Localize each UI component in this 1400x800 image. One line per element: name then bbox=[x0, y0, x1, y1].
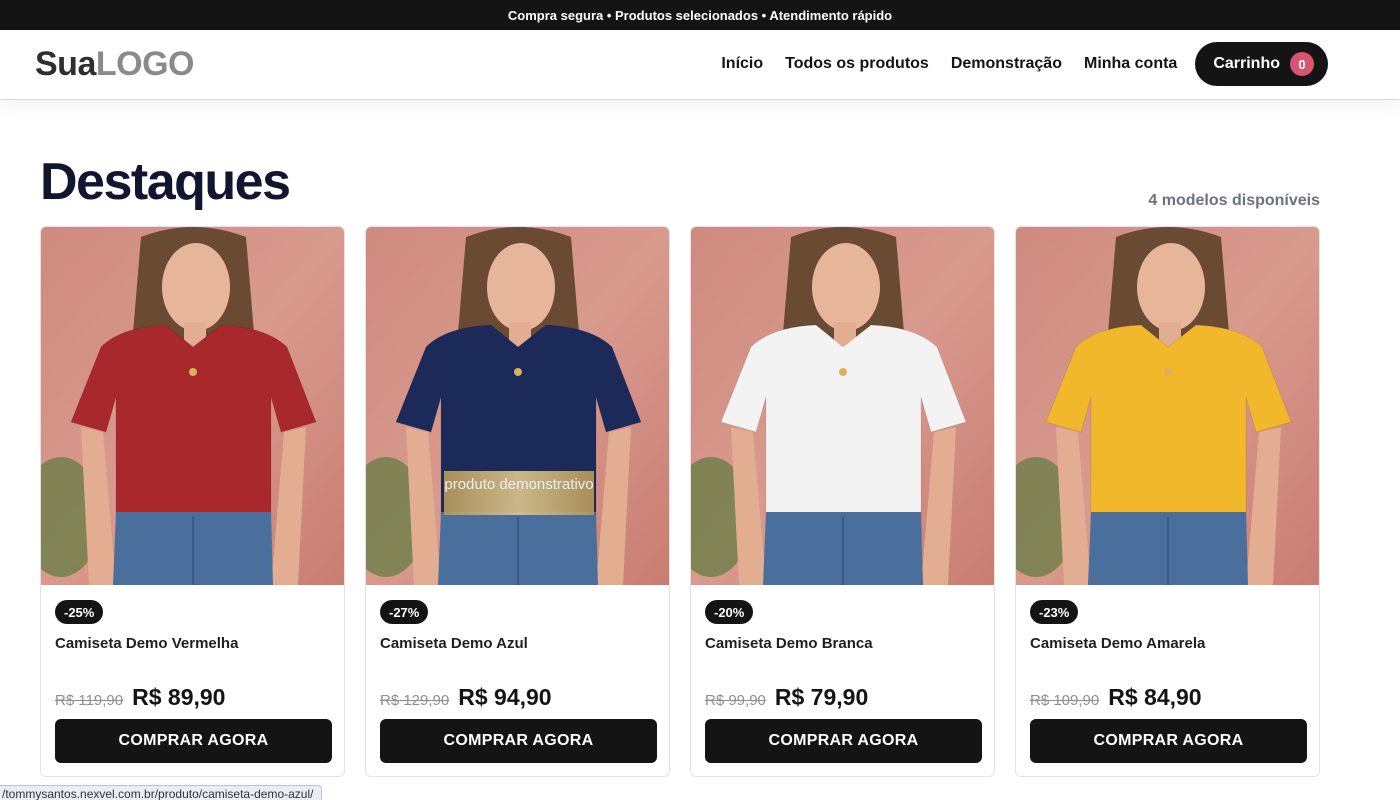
price-row: R$ 119,90 R$ 89,90 bbox=[55, 684, 225, 711]
announcement-bar: Compra segura • Produtos selecionados • … bbox=[0, 0, 1400, 30]
product-grid: -25% Camiseta Demo Vermelha R$ 119,90 R$… bbox=[40, 226, 1340, 777]
nav-link-demonstracao[interactable]: Demonstração bbox=[951, 55, 1062, 73]
nav-link-todos-produtos[interactable]: Todos os produtos bbox=[785, 55, 929, 73]
logo-part-2: LOGO bbox=[95, 45, 195, 83]
old-price: R$ 109,90 bbox=[1030, 692, 1100, 709]
site-logo[interactable]: SuaLOGO bbox=[35, 44, 194, 84]
product-card[interactable]: -20% Camiseta Demo Branca R$ 99,90 R$ 79… bbox=[690, 226, 995, 777]
product-photo[interactable] bbox=[41, 227, 344, 585]
announcement-text: Compra segura • Produtos selecionados • … bbox=[507, 7, 893, 23]
site-header: SuaLOGO Início Todos os produtos Demonst… bbox=[0, 30, 1400, 100]
buy-now-button[interactable]: COMPRAR AGORA bbox=[1030, 719, 1307, 763]
discount-badge: -27% bbox=[380, 600, 429, 624]
current-price: R$ 89,90 bbox=[132, 684, 226, 710]
product-card[interactable]: -25% Camiseta Demo Vermelha R$ 119,90 R$… bbox=[40, 226, 345, 777]
product-name[interactable]: Camiseta Demo Azul bbox=[380, 635, 528, 652]
discount-badge: -23% bbox=[1030, 600, 1079, 624]
current-price: R$ 94,90 bbox=[458, 684, 552, 710]
old-price: R$ 119,90 bbox=[55, 692, 124, 709]
price-row: R$ 109,90 R$ 84,90 bbox=[1030, 684, 1202, 711]
link-preview-url: /tommysantos.nexvel.com.br/produto/camis… bbox=[0, 785, 323, 800]
section-title: Destaques bbox=[40, 153, 291, 211]
discount-badge: -20% bbox=[705, 600, 754, 624]
product-photo[interactable] bbox=[1016, 227, 1319, 585]
model-count: 4 modelos disponíveis bbox=[1148, 192, 1320, 209]
buy-now-button[interactable]: COMPRAR AGORA bbox=[55, 719, 332, 763]
nav-link-minha-conta[interactable]: Minha conta bbox=[1084, 55, 1177, 73]
product-name[interactable]: Camiseta Demo Amarela bbox=[1030, 635, 1205, 652]
product-name[interactable]: Camiseta Demo Branca bbox=[705, 635, 873, 652]
cart-label: Carrinho bbox=[1213, 55, 1280, 72]
price-row: R$ 99,90 R$ 79,90 bbox=[705, 684, 868, 711]
buy-now-button[interactable]: COMPRAR AGORA bbox=[705, 719, 982, 763]
product-name[interactable]: Camiseta Demo Vermelha bbox=[55, 635, 238, 652]
old-price: R$ 99,90 bbox=[705, 692, 766, 709]
old-price: R$ 129,90 bbox=[380, 692, 450, 709]
logo-part-1: Sua bbox=[35, 45, 96, 83]
main-nav: Início Todos os produtos Demonstração Mi… bbox=[699, 42, 1328, 86]
current-price: R$ 84,90 bbox=[1108, 684, 1202, 710]
product-card[interactable]: produto demonstrativo -27% Camiseta Demo… bbox=[365, 226, 670, 777]
buy-now-button[interactable]: COMPRAR AGORA bbox=[380, 719, 657, 763]
price-row: R$ 129,90 R$ 94,90 bbox=[380, 684, 552, 711]
discount-badge: -25% bbox=[55, 600, 104, 624]
product-card[interactable]: -23% Camiseta Demo Amarela R$ 109,90 R$ … bbox=[1015, 226, 1320, 777]
demo-product-stamp: produto demonstrativo bbox=[444, 471, 594, 515]
product-photo[interactable] bbox=[691, 227, 994, 585]
nav-link-inicio[interactable]: Início bbox=[721, 55, 763, 73]
cart-button[interactable]: Carrinho 0 bbox=[1195, 42, 1328, 86]
product-photo[interactable] bbox=[366, 227, 669, 585]
cart-count-badge: 0 bbox=[1290, 52, 1314, 76]
current-price: R$ 79,90 bbox=[774, 684, 869, 710]
